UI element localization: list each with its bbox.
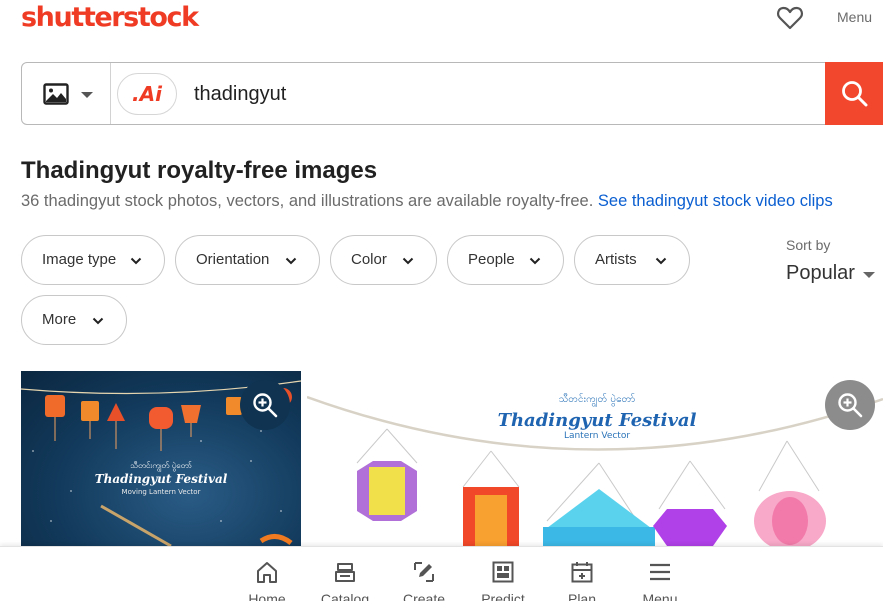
filter-label: People — [468, 251, 515, 268]
nav-label: Menu — [642, 591, 678, 601]
search-icon — [842, 81, 868, 107]
header-menu-link[interactable]: Menu — [837, 9, 872, 25]
site-header: shutterstock Menu — [0, 0, 883, 44]
zoom-button[interactable] — [825, 380, 875, 430]
filter-people[interactable]: People — [447, 235, 564, 285]
bottom-navigation: Home Catalog Create Predict Plan Menu — [0, 546, 883, 601]
nav-predict[interactable]: Predict — [468, 547, 538, 601]
chevron-down-icon — [285, 257, 297, 265]
filter-label: Image type — [42, 251, 117, 268]
chevron-down-icon — [529, 257, 541, 265]
image-burmese-text: သီတင်းကျွတ် ပွဲတော် — [559, 392, 636, 408]
nav-menu[interactable]: Menu — [625, 547, 695, 601]
catalog-icon — [335, 563, 355, 582]
nav-label: Catalog — [320, 591, 370, 601]
filter-label: Orientation — [196, 251, 270, 268]
filter-label: Artists — [595, 251, 637, 268]
nav-label: Create — [402, 591, 446, 601]
video-clips-link[interactable]: See thadingyut stock video clips — [598, 192, 833, 210]
predict-icon — [492, 561, 514, 583]
nav-label: Predict — [481, 591, 525, 601]
sort-select[interactable]: Popular — [786, 262, 855, 285]
chevron-down-icon — [81, 92, 93, 98]
ai-search-toggle[interactable]: .Ai — [117, 73, 177, 115]
nav-create[interactable]: Create — [389, 547, 459, 601]
plan-icon — [571, 562, 593, 583]
filter-label: More — [42, 311, 77, 328]
image-title: Thadingyut Festival — [95, 472, 228, 486]
image-icon — [43, 83, 69, 105]
chevron-down-icon[interactable] — [863, 272, 875, 278]
results-count-text: 36 thadingyut stock photos, vectors, and… — [21, 192, 594, 210]
filter-orientation[interactable]: Orientation — [175, 235, 320, 285]
zoom-button[interactable] — [240, 380, 290, 430]
chevron-down-icon — [402, 257, 414, 265]
filter-color[interactable]: Color — [330, 235, 437, 285]
zoom-in-icon — [253, 393, 278, 418]
ai-badge: .Ai — [132, 82, 162, 106]
results-subtitle: 36 thadingyut stock photos, vectors, and… — [21, 192, 833, 211]
media-type-select[interactable] — [22, 63, 111, 124]
nav-label: Plan — [567, 591, 597, 601]
filter-artists[interactable]: Artists — [574, 235, 690, 285]
heart-icon[interactable] — [776, 5, 804, 31]
nav-label: Home — [248, 591, 286, 601]
shutterstock-logo[interactable]: shutterstock — [21, 2, 199, 33]
chevron-down-icon — [92, 317, 104, 325]
image-title: Thadingyut Festival — [498, 410, 697, 431]
lantern-illustration: သီတင်းကျွတ် ပွဲတော် Thadingyut Festival … — [307, 392, 883, 546]
image-caption: Lantern Vector — [564, 431, 630, 441]
sort-label: Sort by — [786, 237, 831, 253]
nav-plan[interactable]: Plan — [547, 547, 617, 601]
menu-icon — [650, 563, 670, 581]
nav-catalog[interactable]: Catalog — [310, 547, 380, 601]
create-icon — [414, 562, 434, 582]
filter-more[interactable]: More — [21, 295, 127, 345]
filter-image-type[interactable]: Image type — [21, 235, 165, 285]
chevron-down-icon — [655, 257, 667, 265]
nav-home[interactable]: Home — [232, 547, 302, 601]
chevron-down-icon — [130, 257, 142, 265]
image-caption: Moving Lantern Vector — [122, 488, 201, 496]
filter-label: Color — [351, 251, 387, 268]
search-bar: .Ai — [21, 62, 883, 125]
search-button[interactable] — [825, 62, 883, 125]
image-result-2[interactable]: သီတင်းကျွတ် ပွဲတော် Thadingyut Festival … — [307, 371, 883, 546]
logo-text: shutterstock — [21, 2, 199, 33]
search-input[interactable] — [194, 77, 814, 111]
zoom-in-icon — [838, 393, 863, 418]
page-title: Thadingyut royalty-free images — [21, 157, 378, 184]
home-icon — [257, 562, 277, 583]
